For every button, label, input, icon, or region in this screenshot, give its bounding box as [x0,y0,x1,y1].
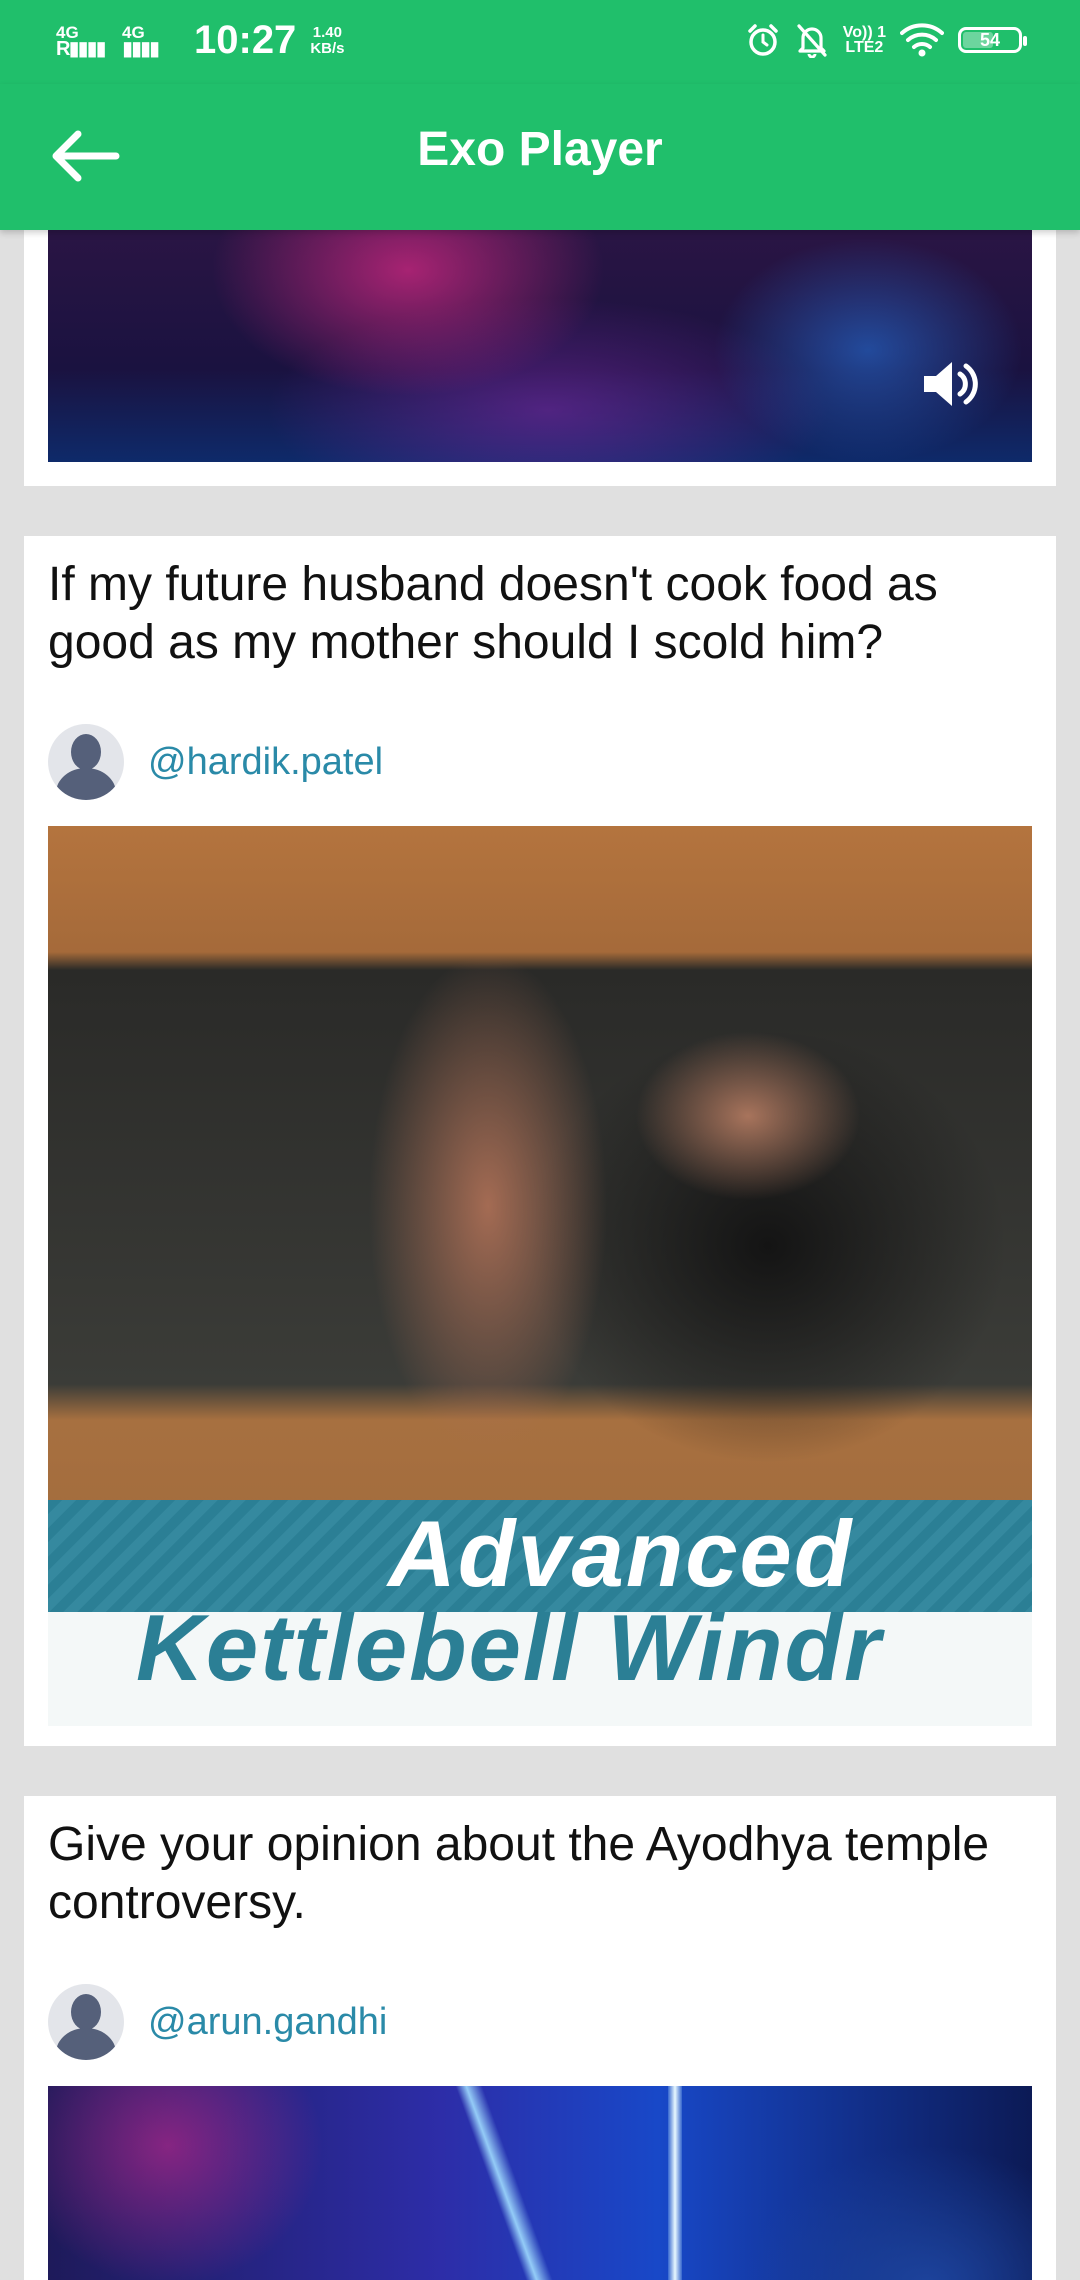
video-caption-line2: Kettlebell Windr [136,1595,883,1700]
feed-card: If my future husband doesn't cook food a… [24,536,1056,1746]
signal-bars-icon: ▮▮▮▮ [122,37,160,60]
signal-sim1: 4G R▮▮▮▮ [56,24,112,60]
author-username[interactable]: @arun.gandhi [148,2001,387,2044]
volte-label: Vo)) 1 [842,24,886,41]
lte-label: LTE2 [845,39,884,56]
video-caption-line1: Advanced [388,1501,854,1606]
battery-icon: 54 [958,27,1027,53]
signal-sim2: 4G ▮▮▮▮ [122,24,178,60]
video-thumbnail[interactable]: Advanced Kettlebell Windr [48,826,1032,1726]
question-text[interactable]: Give your opinion about the Ayodhya temp… [24,1816,1076,1932]
speed-value: 1.40 [312,23,342,41]
wifi-icon [900,23,944,57]
speed-unit: KB/s [310,39,345,57]
mute-bell-icon [797,24,827,58]
status-bar: 4G R▮▮▮▮ 4G ▮▮▮▮ 10:27 1.40 KB/s Vo)) 1 … [0,0,1080,84]
author-username[interactable]: @hardik.patel [148,741,383,784]
feed-list[interactable]: If my future husband doesn't cook food a… [0,230,1080,2280]
avatar-body [56,768,116,800]
avatar[interactable] [48,724,124,800]
video-thumbnail[interactable] [48,230,1032,462]
volume-icon[interactable] [920,356,982,412]
page-title: Exo Player [417,123,663,176]
network-speed: 1.40 KB/s [310,23,345,57]
question-text[interactable]: If my future husband doesn't cook food a… [24,556,1056,672]
avatar-body [56,2028,116,2060]
avatar-head [71,734,101,770]
feed-card [24,230,1056,486]
clock: 10:27 [194,18,297,62]
volte-indicator: Vo)) 1 LTE2 [842,24,886,56]
video-thumbnail[interactable] [48,2086,1032,2280]
app-bar: Exo Player [0,84,1080,230]
avatar[interactable] [48,1984,124,2060]
battery-level: 54 [979,29,1001,50]
avatar-head [71,1994,101,2030]
author-row[interactable]: @arun.gandhi [48,1984,387,2060]
status-right: Vo)) 1 LTE2 54 [745,22,1027,58]
alarm-icon [747,24,778,56]
feed-card: Give your opinion about the Ayodhya temp… [24,1796,1056,2280]
author-row[interactable]: @hardik.patel [48,724,383,800]
status-left: 4G R▮▮▮▮ 4G ▮▮▮▮ 10:27 1.40 KB/s [56,18,345,63]
light-beam [668,2086,682,2280]
signal-bars-icon: R▮▮▮▮ [56,37,106,60]
